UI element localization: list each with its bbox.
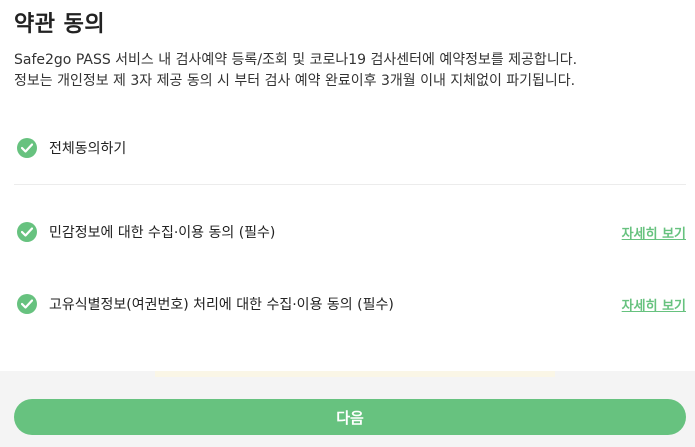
footer-accent xyxy=(155,371,555,377)
agree-all-label: 전체동의하기 xyxy=(49,141,127,157)
terms-description: Safe2go PASS 서비스 내 검사예약 등록/조회 및 코로나19 검사… xyxy=(14,50,684,92)
description-line-1: Safe2go PASS 서비스 내 검사예약 등록/조회 및 코로나19 검사… xyxy=(14,52,578,68)
next-button[interactable]: 다음 xyxy=(14,399,686,435)
check-circle-icon[interactable] xyxy=(17,138,37,158)
check-circle-icon[interactable] xyxy=(17,294,37,314)
view-details-link[interactable]: 자세히 보기 xyxy=(622,295,686,314)
check-circle-icon[interactable] xyxy=(17,222,37,242)
page-title: 약관 동의 xyxy=(14,12,106,37)
divider xyxy=(14,184,686,185)
agreement-label-unique-id: 고유식별정보(여권번호) 처리에 대한 수집·이용 동의 (필수) xyxy=(49,297,394,313)
description-line-2: 정보는 개인정보 제 3자 제공 동의 시 부터 검사 예약 완료이후 3개월 … xyxy=(14,73,576,89)
view-details-link[interactable]: 자세히 보기 xyxy=(622,223,686,242)
agreement-row-sensitive-info[interactable]: 민감정보에 대한 수집·이용 동의 (필수) 자세히 보기 xyxy=(14,218,686,246)
agreement-label-sensitive-info: 민감정보에 대한 수집·이용 동의 (필수) xyxy=(49,225,276,241)
agree-all-row[interactable]: 전체동의하기 xyxy=(14,134,686,162)
agreement-row-unique-id[interactable]: 고유식별정보(여권번호) 처리에 대한 수집·이용 동의 (필수) 자세히 보기 xyxy=(14,290,686,318)
